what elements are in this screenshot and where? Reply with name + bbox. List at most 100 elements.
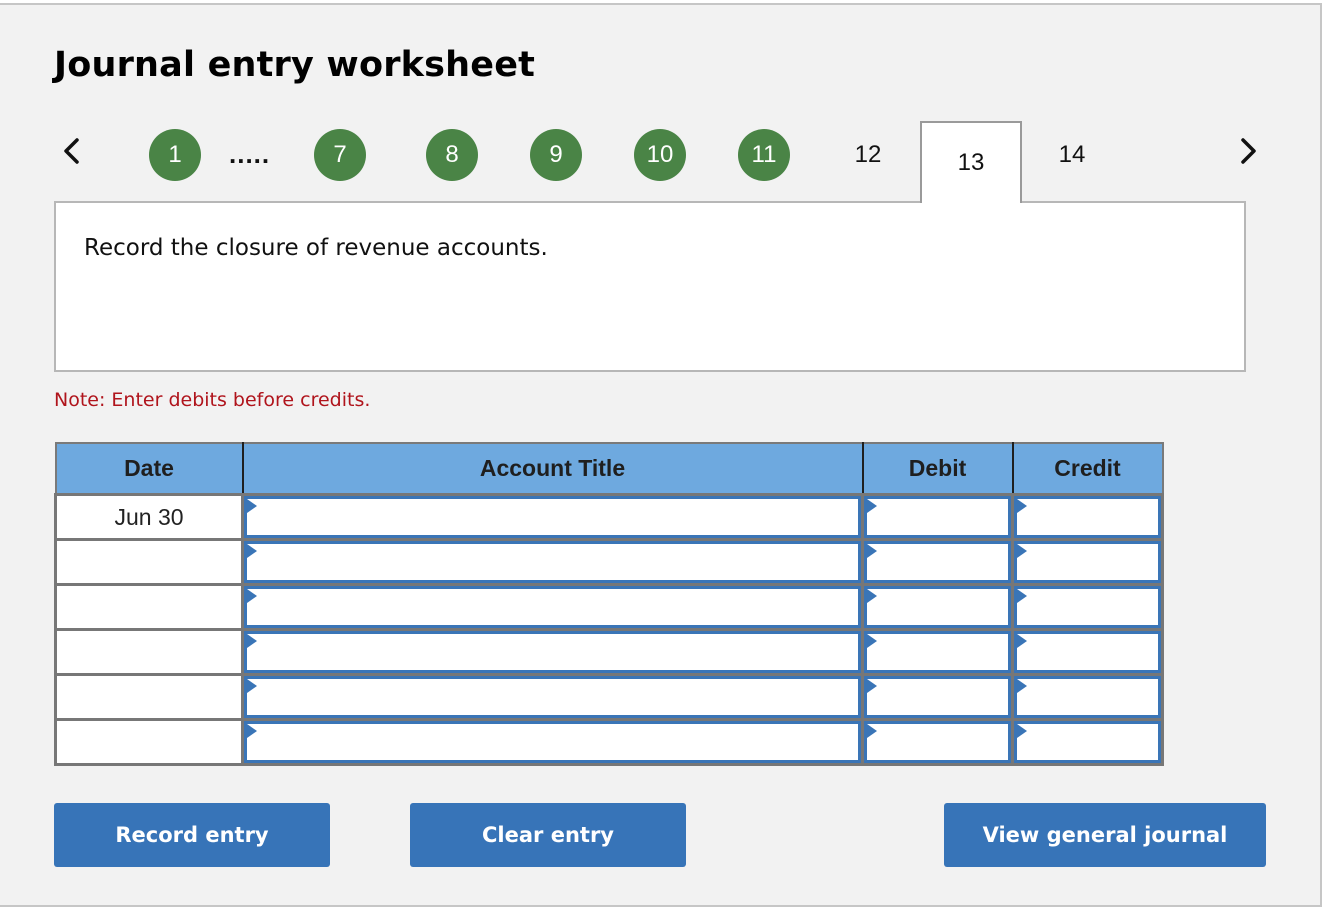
date-cell bbox=[54, 628, 244, 676]
step-ellipsis: ..... bbox=[229, 139, 271, 169]
view-general-journal-button[interactable]: View general journal bbox=[944, 803, 1266, 867]
account-title-input[interactable] bbox=[247, 544, 858, 580]
account-title-input[interactable] bbox=[247, 679, 858, 715]
debit-input-wrapper[interactable] bbox=[864, 631, 1011, 673]
dropdown-indicator-icon bbox=[247, 499, 257, 513]
debit-input[interactable] bbox=[867, 589, 1008, 625]
credit-cell bbox=[1011, 538, 1164, 586]
credit-input[interactable] bbox=[1017, 634, 1158, 670]
date-cell bbox=[54, 718, 244, 766]
account-input-wrapper[interactable] bbox=[244, 631, 861, 673]
dropdown-indicator-icon bbox=[1017, 499, 1027, 513]
header-account-title: Account Title bbox=[241, 442, 864, 496]
credit-input-wrapper[interactable] bbox=[1014, 496, 1161, 538]
table-header-row: Date Account Title Debit Credit bbox=[54, 442, 1164, 496]
dropdown-indicator-icon bbox=[867, 589, 877, 603]
dropdown-indicator-icon bbox=[1017, 679, 1027, 693]
debit-cell bbox=[861, 493, 1014, 541]
instruction-box: Record the closure of revenue accounts. bbox=[54, 201, 1246, 372]
account-input-wrapper[interactable] bbox=[244, 676, 861, 718]
debit-input-wrapper[interactable] bbox=[864, 721, 1011, 763]
record-entry-button[interactable]: Record entry bbox=[54, 803, 330, 867]
worksheet-panel: Journal entry worksheet 1 ..... 7 8 9 10… bbox=[0, 3, 1322, 907]
dropdown-indicator-icon bbox=[1017, 589, 1027, 603]
dropdown-indicator-icon bbox=[1017, 544, 1027, 558]
step-7[interactable]: 7 bbox=[314, 129, 366, 181]
chevron-left-icon bbox=[64, 138, 79, 164]
account-input-wrapper[interactable] bbox=[244, 541, 861, 583]
credit-cell bbox=[1011, 673, 1164, 721]
dropdown-indicator-icon bbox=[247, 679, 257, 693]
account-cell bbox=[241, 493, 864, 541]
dropdown-indicator-icon bbox=[247, 544, 257, 558]
journal-entry-table: Date Account Title Debit Credit Jun 30 bbox=[54, 442, 1164, 766]
debit-input-wrapper[interactable] bbox=[864, 586, 1011, 628]
step-1[interactable]: 1 bbox=[149, 129, 201, 181]
header-credit: Credit bbox=[1011, 442, 1164, 496]
step-10[interactable]: 10 bbox=[634, 129, 686, 181]
credit-input[interactable] bbox=[1017, 499, 1158, 535]
account-cell bbox=[241, 538, 864, 586]
dropdown-indicator-icon bbox=[867, 724, 877, 738]
debit-input[interactable] bbox=[867, 499, 1008, 535]
date-cell bbox=[54, 538, 244, 586]
dropdown-indicator-icon bbox=[247, 589, 257, 603]
dropdown-indicator-icon bbox=[247, 634, 257, 648]
dropdown-indicator-icon bbox=[867, 544, 877, 558]
debit-input[interactable] bbox=[867, 724, 1008, 760]
debit-cell bbox=[861, 718, 1014, 766]
credit-input-wrapper[interactable] bbox=[1014, 676, 1161, 718]
debit-cell bbox=[861, 538, 1014, 586]
debit-input[interactable] bbox=[867, 679, 1008, 715]
table-row bbox=[54, 673, 1164, 721]
credit-input-wrapper[interactable] bbox=[1014, 586, 1161, 628]
credit-input[interactable] bbox=[1017, 544, 1158, 580]
table-row: Jun 30 bbox=[54, 493, 1164, 541]
credit-input-wrapper[interactable] bbox=[1014, 541, 1161, 583]
account-title-input[interactable] bbox=[247, 589, 858, 625]
previous-step-button[interactable] bbox=[56, 133, 86, 169]
credit-cell bbox=[1011, 583, 1164, 631]
step-9[interactable]: 9 bbox=[530, 129, 582, 181]
dropdown-indicator-icon bbox=[247, 724, 257, 738]
table-row bbox=[54, 583, 1164, 631]
credit-input[interactable] bbox=[1017, 724, 1158, 760]
account-cell bbox=[241, 628, 864, 676]
step-12[interactable]: 12 bbox=[842, 129, 894, 181]
account-input-wrapper[interactable] bbox=[244, 496, 861, 538]
debit-input[interactable] bbox=[867, 544, 1008, 580]
instruction-text: Record the closure of revenue accounts. bbox=[84, 235, 548, 261]
debit-cell bbox=[861, 673, 1014, 721]
credit-input[interactable] bbox=[1017, 589, 1158, 625]
step-11[interactable]: 11 bbox=[738, 129, 790, 181]
step-13-active[interactable]: 13 bbox=[920, 121, 1022, 203]
clear-entry-button[interactable]: Clear entry bbox=[410, 803, 686, 867]
account-title-input[interactable] bbox=[247, 634, 858, 670]
debit-cell bbox=[861, 583, 1014, 631]
account-cell bbox=[241, 583, 864, 631]
credit-input-wrapper[interactable] bbox=[1014, 631, 1161, 673]
table-row bbox=[54, 628, 1164, 676]
page-title: Journal entry worksheet bbox=[54, 45, 536, 85]
account-title-input[interactable] bbox=[247, 499, 858, 535]
credit-input-wrapper[interactable] bbox=[1014, 721, 1161, 763]
account-input-wrapper[interactable] bbox=[244, 721, 861, 763]
debit-cell bbox=[861, 628, 1014, 676]
step-14[interactable]: 14 bbox=[1046, 129, 1098, 181]
dropdown-indicator-icon bbox=[867, 679, 877, 693]
account-cell bbox=[241, 673, 864, 721]
debit-input-wrapper[interactable] bbox=[864, 541, 1011, 583]
date-cell bbox=[54, 673, 244, 721]
debit-input[interactable] bbox=[867, 634, 1008, 670]
dropdown-indicator-icon bbox=[867, 634, 877, 648]
credit-cell bbox=[1011, 493, 1164, 541]
debit-input-wrapper[interactable] bbox=[864, 496, 1011, 538]
account-input-wrapper[interactable] bbox=[244, 586, 861, 628]
dropdown-indicator-icon bbox=[867, 499, 877, 513]
debit-input-wrapper[interactable] bbox=[864, 676, 1011, 718]
credit-input[interactable] bbox=[1017, 679, 1158, 715]
step-8[interactable]: 8 bbox=[426, 129, 478, 181]
account-title-input[interactable] bbox=[247, 724, 858, 760]
next-step-button[interactable] bbox=[1234, 133, 1264, 169]
dropdown-indicator-icon bbox=[1017, 724, 1027, 738]
